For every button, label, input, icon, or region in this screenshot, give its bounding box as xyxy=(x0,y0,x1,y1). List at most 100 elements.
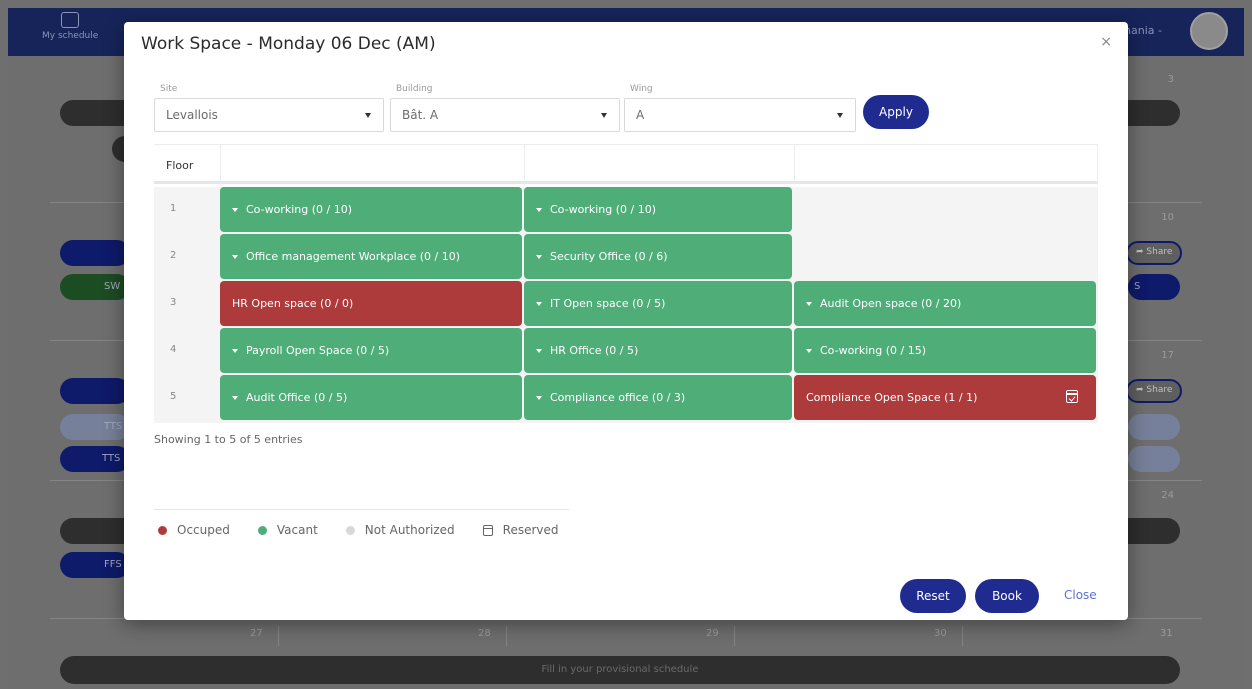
wing-label: Wing xyxy=(630,84,653,94)
nav-my-schedule-label: My schedule xyxy=(42,31,99,41)
legend-reserved-label: Reserved xyxy=(502,523,559,537)
schedule-label: FFS xyxy=(104,559,122,570)
caret-down-icon xyxy=(536,254,542,259)
calendar-icon xyxy=(61,12,80,28)
floor-number: 4 xyxy=(170,344,177,355)
site-value: Levallois xyxy=(166,108,218,122)
close-icon[interactable]: × xyxy=(1100,34,1112,50)
bottom-week-days: 27 28 29 30 31 xyxy=(60,626,1180,648)
day-number: 24 xyxy=(1161,490,1174,501)
share-button[interactable]: ➦ Share xyxy=(1126,379,1183,403)
legend-reserved: Reserved xyxy=(482,523,559,537)
workspace-cell[interactable]: Compliance Open Space (1 / 1) xyxy=(794,375,1096,420)
floor-number: 2 xyxy=(170,250,177,261)
schedule-label: SW xyxy=(104,281,121,292)
workspace-cell[interactable]: HR Office (0 / 5) xyxy=(524,328,792,373)
workspace-cell[interactable]: Audit Open space (0 / 20) xyxy=(794,281,1096,326)
legend-vacant-label: Vacant xyxy=(276,523,318,537)
share-label: Share xyxy=(1146,385,1173,395)
workspace-label: HR Open space (0 / 0) xyxy=(232,297,354,310)
share-label: Share xyxy=(1146,247,1173,257)
workspace-label: Audit Open space (0 / 20) xyxy=(820,297,962,310)
close-button[interactable]: Close xyxy=(1064,588,1097,602)
workspace-label: Office management Workplace (0 / 10) xyxy=(246,250,461,263)
floor-number: 3 xyxy=(170,297,177,308)
fill-schedule-bar[interactable]: Fill in your provisional schedule xyxy=(60,656,1180,684)
not-authorized-dot-icon xyxy=(345,525,355,535)
header-column xyxy=(524,145,794,185)
caret-down-icon xyxy=(601,113,607,118)
workspace-label: Co-working (0 / 15) xyxy=(820,344,926,357)
caret-down-icon xyxy=(806,348,812,353)
caret-down-icon xyxy=(536,301,542,306)
workspace-label: Compliance Open Space (1 / 1) xyxy=(806,391,978,404)
day-number: 3 xyxy=(1167,74,1174,85)
workspace-cell[interactable]: Co-working (0 / 15) xyxy=(794,328,1096,373)
book-button[interactable]: Book xyxy=(975,579,1039,613)
day-separator xyxy=(962,626,963,646)
workspace-cell[interactable]: HR Open space (0 / 0) xyxy=(220,281,522,326)
caret-down-icon xyxy=(232,207,238,212)
workspace-label: Payroll Open Space (0 / 5) xyxy=(246,344,390,357)
user-name[interactable]: nania - xyxy=(1124,24,1162,37)
workspace-cell[interactable]: Compliance office (0 / 3) xyxy=(524,375,792,420)
day-number: 28 xyxy=(478,628,491,639)
day-separator xyxy=(278,626,279,646)
header-column xyxy=(220,145,524,185)
caret-down-icon xyxy=(365,113,371,118)
caret-down-icon xyxy=(806,301,812,306)
schedule-label: S xyxy=(1134,281,1141,292)
workspace-cell[interactable]: Audit Office (0 / 5) xyxy=(220,375,522,420)
workspace-label: IT Open space (0 / 5) xyxy=(550,297,666,310)
schedule-label: TTS xyxy=(102,453,121,464)
reset-button[interactable]: Reset xyxy=(900,579,966,613)
caret-down-icon xyxy=(232,395,238,400)
workspace-cell[interactable]: Office management Workplace (0 / 10) xyxy=(220,234,522,279)
calendar-check-icon[interactable] xyxy=(1066,390,1078,403)
caret-down-icon xyxy=(536,395,542,400)
workspace-label: Compliance office (0 / 3) xyxy=(550,391,686,404)
site-select[interactable]: Levallois xyxy=(154,98,384,132)
workspace-cell[interactable]: Payroll Open Space (0 / 5) xyxy=(220,328,522,373)
workspace-label: Security Office (0 / 6) xyxy=(550,250,668,263)
avatar[interactable] xyxy=(1190,12,1228,50)
workspace-cell[interactable]: Co-working (0 / 10) xyxy=(220,187,522,232)
schedule-bar xyxy=(1128,446,1180,472)
day-number: 30 xyxy=(934,628,947,639)
schedule-bar: TTS xyxy=(60,414,130,440)
header-column xyxy=(794,145,1098,185)
floor-number: 5 xyxy=(170,391,177,402)
workspace-cell[interactable]: Security Office (0 / 6) xyxy=(524,234,792,279)
site-label: Site xyxy=(160,84,178,94)
nav-my-schedule[interactable]: My schedule xyxy=(42,12,98,41)
apply-button[interactable]: Apply xyxy=(863,95,929,129)
day-number: 17 xyxy=(1161,350,1174,361)
caret-down-icon xyxy=(536,348,542,353)
workspace-cell[interactable]: Co-working (0 / 10) xyxy=(524,187,792,232)
floor-number: 1 xyxy=(170,203,177,214)
wing-select[interactable]: A xyxy=(624,98,856,132)
occupied-dot-icon xyxy=(158,525,167,535)
schedule-bar: SW xyxy=(60,274,130,300)
grid-header: Floor xyxy=(154,144,1098,185)
day-number: 10 xyxy=(1161,212,1174,223)
legend: Occuped Vacant Not Authorized Reserved xyxy=(158,523,587,537)
vacant-dot-icon xyxy=(257,525,267,535)
workspace-modal: Work Space - Monday 06 Dec (AM) × Site L… xyxy=(124,22,1128,620)
day-number: 29 xyxy=(706,628,719,639)
share-button[interactable]: ➦ Share xyxy=(1126,241,1183,265)
wing-value: A xyxy=(636,108,645,122)
day-separator xyxy=(506,626,507,646)
schedule-bar: FFS xyxy=(60,552,130,578)
entries-count: Showing 1 to 5 of 5 entries xyxy=(154,433,303,446)
workspace-label: Audit Office (0 / 5) xyxy=(246,391,348,404)
modal-title: Work Space - Monday 06 Dec (AM) xyxy=(141,34,436,54)
day-separator xyxy=(734,626,735,646)
legend-not-authorized: Not Authorized xyxy=(345,523,455,537)
building-select[interactable]: Bât. A xyxy=(390,98,620,132)
legend-not-authorized-label: Not Authorized xyxy=(364,523,455,537)
schedule-bar xyxy=(60,378,130,404)
workspace-cell[interactable]: IT Open space (0 / 5) xyxy=(524,281,792,326)
building-label: Building xyxy=(396,84,433,94)
legend-vacant: Vacant xyxy=(257,523,318,537)
